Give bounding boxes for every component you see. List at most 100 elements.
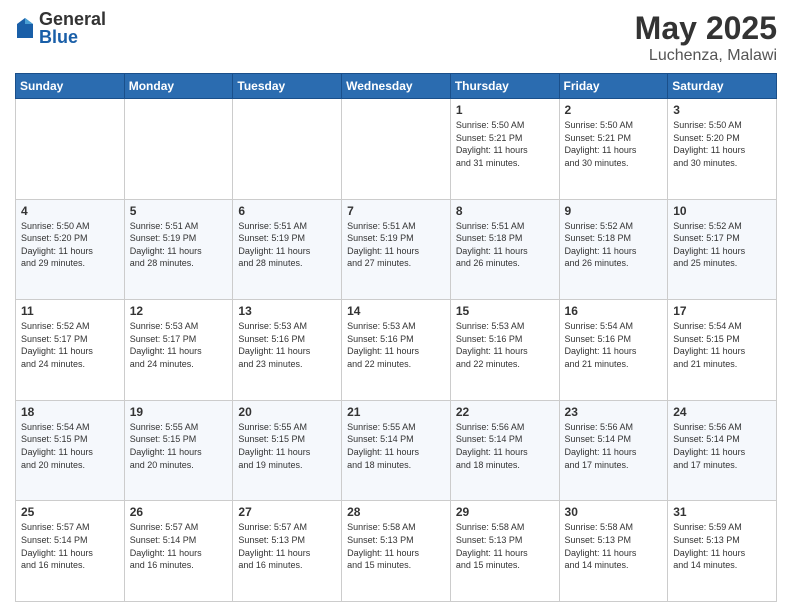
header: General Blue May 2025 Luchenza, Malawi xyxy=(15,10,777,65)
calendar-cell-w5-d6: 31 Sunrise: 5:59 AM Sunset: 5:13 PM Dayli… xyxy=(668,501,777,602)
calendar-cell-w2-d2: 6Sunrise: 5:51 AM Sunset: 5:19 PM Daylig… xyxy=(233,199,342,300)
day-number: 29 xyxy=(456,505,554,519)
calendar-table: Sunday Monday Tuesday Wednesday Thursday… xyxy=(15,73,777,602)
day-info: Sunrise: 5:51 AM Sunset: 5:18 PM Dayligh… xyxy=(456,220,554,270)
logo-icon xyxy=(15,16,35,40)
col-thursday: Thursday xyxy=(450,74,559,99)
calendar-cell-w3-d4: 15 Sunrise: 5:53 AM Sunset: 5:16 PM Dayli… xyxy=(450,300,559,401)
calendar-cell-w3-d0: 11 Sunrise: 5:52 AM Sunset: 5:17 PM Dayli… xyxy=(16,300,125,401)
day-info: Sunrise: 5:51 AM Sunset: 5:19 PM Dayligh… xyxy=(130,220,228,270)
calendar-cell-w2-d6: 10 Sunrise: 5:52 AM Sunset: 5:17 PM Dayli… xyxy=(668,199,777,300)
calendar-cell-w2-d4: 8 Sunrise: 5:51 AM Sunset: 5:18 PM Daylig… xyxy=(450,199,559,300)
calendar-cell-w2-d1: 5Sunrise: 5:51 AM Sunset: 5:19 PM Daylig… xyxy=(124,199,233,300)
day-info: Sunrise: 5:55 AM Sunset: 5:15 PM Dayligh… xyxy=(130,421,228,471)
day-info: Sunrise: 5:53 AM Sunset: 5:16 PM Dayligh… xyxy=(347,320,445,370)
calendar-cell-w3-d5: 16 Sunrise: 5:54 AM Sunset: 5:16 PM Dayli… xyxy=(559,300,668,401)
day-number: 14 xyxy=(347,304,445,318)
calendar-cell-w1-d0 xyxy=(16,99,125,200)
day-info: Sunrise: 5:53 AM Sunset: 5:17 PM Dayligh… xyxy=(130,320,228,370)
day-info: Sunrise: 5:51 AM Sunset: 5:19 PM Dayligh… xyxy=(238,220,336,270)
day-info: Sunrise: 5:56 AM Sunset: 5:14 PM Dayligh… xyxy=(673,421,771,471)
week-row-4: 18Sunrise: 5:54 AM Sunset: 5:15 PM Dayli… xyxy=(16,400,777,501)
day-number: 25 xyxy=(21,505,119,519)
day-info: Sunrise: 5:58 AM Sunset: 5:13 PM Dayligh… xyxy=(456,521,554,571)
day-number: 2 xyxy=(565,103,663,117)
calendar-cell-w5-d4: 29 Sunrise: 5:58 AM Sunset: 5:13 PM Dayli… xyxy=(450,501,559,602)
day-info: Sunrise: 5:57 AM Sunset: 5:14 PM Dayligh… xyxy=(130,521,228,571)
day-number: 23 xyxy=(565,405,663,419)
calendar-cell-w4-d1: 19 Sunrise: 5:55 AM Sunset: 5:15 PM Dayli… xyxy=(124,400,233,501)
col-friday: Friday xyxy=(559,74,668,99)
calendar-cell-w4-d2: 20 Sunrise: 5:55 AM Sunset: 5:15 PM Dayli… xyxy=(233,400,342,501)
calendar-cell-w4-d6: 24 Sunrise: 5:56 AM Sunset: 5:14 PM Dayli… xyxy=(668,400,777,501)
calendar-cell-w3-d3: 14 Sunrise: 5:53 AM Sunset: 5:16 PM Dayli… xyxy=(342,300,451,401)
calendar-cell-w5-d5: 30 Sunrise: 5:58 AM Sunset: 5:13 PM Dayli… xyxy=(559,501,668,602)
day-number: 15 xyxy=(456,304,554,318)
day-info: Sunrise: 5:58 AM Sunset: 5:13 PM Dayligh… xyxy=(347,521,445,571)
calendar-cell-w1-d3 xyxy=(342,99,451,200)
day-number: 4 xyxy=(21,204,119,218)
day-number: 28 xyxy=(347,505,445,519)
day-info: Sunrise: 5:55 AM Sunset: 5:15 PM Dayligh… xyxy=(238,421,336,471)
calendar-cell-w1-d5: 2 Sunrise: 5:50 AM Sunset: 5:21 PM Daylig… xyxy=(559,99,668,200)
day-number: 18 xyxy=(21,405,119,419)
calendar-cell-w1-d2 xyxy=(233,99,342,200)
week-row-3: 11 Sunrise: 5:52 AM Sunset: 5:17 PM Dayli… xyxy=(16,300,777,401)
calendar-cell-w5-d3: 28 Sunrise: 5:58 AM Sunset: 5:13 PM Dayli… xyxy=(342,501,451,602)
col-monday: Monday xyxy=(124,74,233,99)
day-number: 20 xyxy=(238,405,336,419)
day-info: Sunrise: 5:59 AM Sunset: 5:13 PM Dayligh… xyxy=(673,521,771,571)
col-wednesday: Wednesday xyxy=(342,74,451,99)
day-info: Sunrise: 5:57 AM Sunset: 5:13 PM Dayligh… xyxy=(238,521,336,571)
calendar-cell-w2-d0: 4 Sunrise: 5:50 AM Sunset: 5:20 PM Daylig… xyxy=(16,199,125,300)
col-sunday: Sunday xyxy=(16,74,125,99)
title-month: May 2025 xyxy=(635,10,777,47)
calendar-cell-w3-d2: 13Sunrise: 5:53 AM Sunset: 5:16 PM Dayli… xyxy=(233,300,342,401)
day-info: Sunrise: 5:50 AM Sunset: 5:21 PM Dayligh… xyxy=(565,119,663,169)
title-block: May 2025 Luchenza, Malawi xyxy=(635,10,777,65)
calendar-cell-w4-d5: 23Sunrise: 5:56 AM Sunset: 5:14 PM Dayli… xyxy=(559,400,668,501)
day-number: 26 xyxy=(130,505,228,519)
logo-general-text: General xyxy=(39,10,106,28)
calendar-cell-w2-d5: 9Sunrise: 5:52 AM Sunset: 5:18 PM Daylig… xyxy=(559,199,668,300)
day-number: 8 xyxy=(456,204,554,218)
calendar-header-row: Sunday Monday Tuesday Wednesday Thursday… xyxy=(16,74,777,99)
day-info: Sunrise: 5:52 AM Sunset: 5:17 PM Dayligh… xyxy=(21,320,119,370)
day-number: 1 xyxy=(456,103,554,117)
day-number: 10 xyxy=(673,204,771,218)
day-info: Sunrise: 5:55 AM Sunset: 5:14 PM Dayligh… xyxy=(347,421,445,471)
week-row-1: 1 Sunrise: 5:50 AM Sunset: 5:21 PM Daylig… xyxy=(16,99,777,200)
day-info: Sunrise: 5:51 AM Sunset: 5:19 PM Dayligh… xyxy=(347,220,445,270)
calendar-cell-w4-d0: 18Sunrise: 5:54 AM Sunset: 5:15 PM Dayli… xyxy=(16,400,125,501)
day-info: Sunrise: 5:58 AM Sunset: 5:13 PM Dayligh… xyxy=(565,521,663,571)
calendar-cell-w5-d0: 25Sunrise: 5:57 AM Sunset: 5:14 PM Dayli… xyxy=(16,501,125,602)
day-number: 19 xyxy=(130,405,228,419)
day-number: 9 xyxy=(565,204,663,218)
day-number: 24 xyxy=(673,405,771,419)
day-info: Sunrise: 5:50 AM Sunset: 5:21 PM Dayligh… xyxy=(456,119,554,169)
day-number: 30 xyxy=(565,505,663,519)
day-number: 27 xyxy=(238,505,336,519)
col-saturday: Saturday xyxy=(668,74,777,99)
calendar-cell-w2-d3: 7 Sunrise: 5:51 AM Sunset: 5:19 PM Daylig… xyxy=(342,199,451,300)
page: General Blue May 2025 Luchenza, Malawi S… xyxy=(0,0,792,612)
week-row-5: 25 Sunrise: 5:57 AM Sunset: 5:14 PM Dayli… xyxy=(16,501,777,602)
day-info: Sunrise: 5:52 AM Sunset: 5:17 PM Dayligh… xyxy=(673,220,771,270)
calendar-cell-w5-d2: 27 Sunrise: 5:57 AM Sunset: 5:13 PM Dayli… xyxy=(233,501,342,602)
day-number: 16 xyxy=(565,304,663,318)
week-row-2: 4 Sunrise: 5:50 AM Sunset: 5:20 PM Daylig… xyxy=(16,199,777,300)
day-info: Sunrise: 5:54 AM Sunset: 5:16 PM Dayligh… xyxy=(565,320,663,370)
day-info: Sunrise: 5:50 AM Sunset: 5:20 PM Dayligh… xyxy=(21,220,119,270)
logo-text: General Blue xyxy=(39,10,106,46)
day-info: Sunrise: 5:53 AM Sunset: 5:16 PM Dayligh… xyxy=(456,320,554,370)
day-number: 31 xyxy=(673,505,771,519)
calendar-cell-w1-d6: 3Sunrise: 5:50 AM Sunset: 5:20 PM Daylig… xyxy=(668,99,777,200)
day-number: 7 xyxy=(347,204,445,218)
day-number: 21 xyxy=(347,405,445,419)
day-info: Sunrise: 5:56 AM Sunset: 5:14 PM Dayligh… xyxy=(456,421,554,471)
day-number: 11 xyxy=(21,304,119,318)
calendar-cell-w4-d3: 21 Sunrise: 5:55 AM Sunset: 5:14 PM Dayli… xyxy=(342,400,451,501)
day-number: 3 xyxy=(673,103,771,117)
title-location: Luchenza, Malawi xyxy=(635,47,777,65)
calendar-cell-w1-d4: 1 Sunrise: 5:50 AM Sunset: 5:21 PM Daylig… xyxy=(450,99,559,200)
